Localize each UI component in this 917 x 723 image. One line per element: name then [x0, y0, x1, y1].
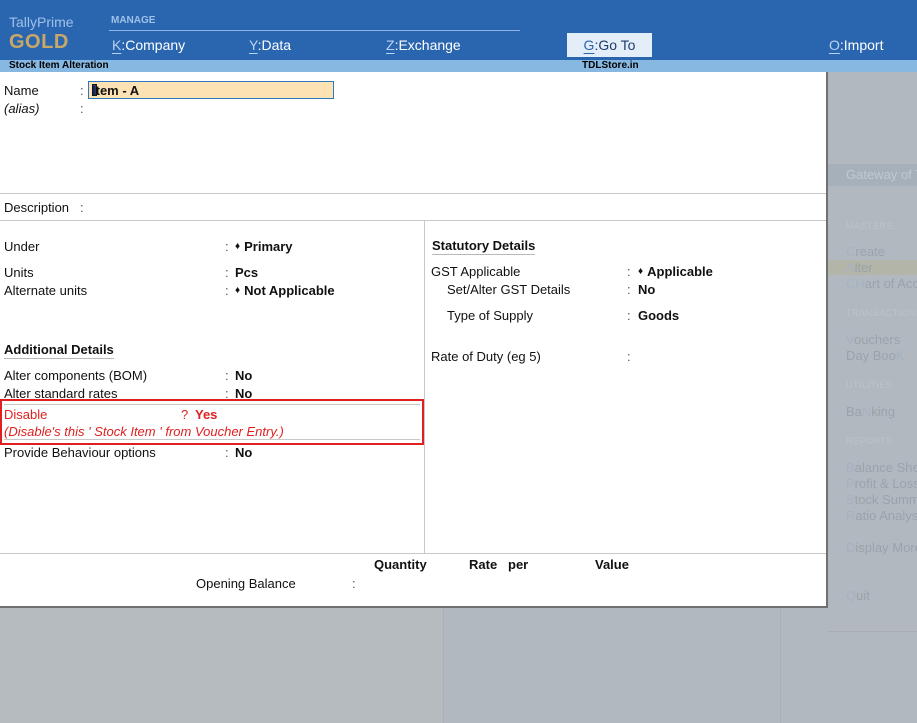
menu-hotkey: Y [249, 37, 258, 53]
menu-data[interactable]: Y:Data [249, 37, 291, 53]
disable-prompt: ? [181, 407, 189, 422]
menu-label: Go To [598, 37, 636, 53]
set-alter-gst-value[interactable]: No [638, 282, 655, 297]
provide-behaviour-label: Provide Behaviour options [4, 445, 156, 460]
divider [0, 220, 826, 221]
under-label: Under [4, 239, 40, 254]
gst-applicable-label: GST Applicable [431, 264, 521, 279]
gst-applicable-value[interactable]: ♦ Applicable [638, 264, 713, 279]
type-of-supply-value[interactable]: Goods [638, 308, 679, 323]
menu-import[interactable]: O:Import [829, 37, 883, 53]
gateway-section-masters: MASTERS [846, 221, 894, 231]
brand-edition: GOLD [9, 31, 69, 53]
gateway-item-stock-summary[interactable]: Stock Summary [846, 492, 917, 507]
alter-components-separator: : [225, 368, 229, 383]
disable-label: Disable [4, 407, 48, 422]
divider [0, 193, 826, 194]
opening-col-value: Value [595, 557, 629, 572]
alter-components-label: Alter components (BOM) [4, 368, 148, 383]
name-separator: : [80, 83, 84, 98]
top-bar: TallyPrime GOLD MANAGE K:Company Y:Data … [0, 0, 917, 60]
gateway-item-ratio-analysis[interactable]: Ratio Analysis [846, 508, 917, 523]
gateway-title: Gateway of Tally [828, 164, 917, 186]
provide-behaviour-value[interactable]: No [235, 445, 252, 460]
menu-hotkey: G [583, 37, 595, 53]
menu-hotkey: K [112, 37, 122, 53]
gateway-item-banking[interactable]: BaNking [846, 404, 895, 419]
units-label: Units [4, 265, 34, 280]
gateway-section-reports: REPORTS [846, 436, 893, 446]
menu-label: Company [125, 37, 186, 53]
alternate-units-separator: : [225, 283, 229, 298]
rate-of-duty-label: Rate of Duty (eg 5) [431, 349, 541, 364]
disable-hint: (Disable's this ' Stock Item ' from Vouc… [4, 424, 284, 439]
description-separator: : [80, 200, 84, 215]
menu-hotkey: O [829, 37, 840, 53]
alternate-units-label: Alternate units [4, 283, 88, 298]
opening-col-per: per [508, 557, 529, 572]
gateway-item-alter[interactable]: Alter [828, 260, 917, 275]
gateway-of-tally-panel: Gateway of Tally MASTERS Create Alter CH… [828, 72, 917, 632]
gateway-item-quit[interactable]: Quit [846, 588, 870, 603]
gateway-section-utilities: UTILITIES [846, 380, 893, 390]
description-label: Description [4, 200, 70, 215]
menu-goto[interactable]: G:Go To [567, 37, 652, 53]
menu-label: Data [261, 37, 292, 53]
opening-balance-separator: : [352, 576, 356, 591]
gateway-item-vouchers[interactable]: Vouchers [846, 332, 900, 347]
statutory-details-heading: Statutory Details [432, 238, 536, 255]
alternate-units-value[interactable]: ♦ Not Applicable [235, 283, 335, 298]
disable-value[interactable]: Yes [195, 407, 217, 422]
company-name: TDLStore.in [582, 60, 639, 71]
type-of-supply-label: Type of Supply [447, 308, 533, 323]
opening-col-rate: Rate [469, 557, 498, 572]
menu-label: Exchange [398, 37, 461, 53]
alter-components-value[interactable]: No [235, 368, 252, 383]
rate-of-duty-separator: : [627, 349, 631, 364]
name-value: Item - A [92, 83, 140, 98]
menu-group-label: MANAGE [111, 15, 156, 26]
menu-goto-highlight: G:Go To [567, 33, 652, 57]
brand-name: TallyPrime [9, 14, 74, 30]
menu-group-divider [109, 30, 520, 31]
menu-hotkey: Z [386, 37, 395, 53]
gateway-item-profit-loss[interactable]: Profit & Loss A/c [846, 476, 917, 491]
alias-separator: : [80, 101, 84, 116]
set-alter-gst-separator: : [627, 282, 631, 297]
column-divider [424, 220, 425, 553]
text-cursor [92, 84, 97, 96]
gst-applicable-separator: : [627, 264, 631, 279]
list-indicator-icon: ♦ [235, 241, 241, 252]
under-value[interactable]: ♦ Primary [235, 239, 293, 254]
provide-behaviour-separator: : [225, 445, 229, 460]
gateway-item-balance-sheet[interactable]: Balance Sheet [846, 460, 917, 475]
units-separator: : [225, 265, 229, 280]
gateway-item-day-book[interactable]: Day BooK [846, 348, 905, 363]
set-alter-gst-label: Set/Alter GST Details [447, 282, 571, 297]
menu-label: Import [843, 37, 884, 53]
name-input[interactable]: Item - A [88, 81, 334, 99]
additional-details-heading: Additional Details [4, 342, 114, 359]
divider [0, 553, 826, 554]
name-label: Name [4, 83, 39, 98]
under-separator: : [225, 239, 229, 254]
units-value[interactable]: Pcs [235, 265, 258, 280]
gateway-item-display-more-reports[interactable]: Display More Reports [846, 540, 917, 555]
gateway-item-create[interactable]: Create [846, 244, 885, 259]
gateway-section-transactions: TRANSACTIONS [846, 308, 917, 318]
stock-item-alteration-form: Name : Item - A (alias) : Description : … [0, 72, 828, 608]
opening-balance-label: Opening Balance [196, 576, 296, 591]
menu-exchange[interactable]: Z:Exchange [386, 37, 461, 53]
alias-label: (alias) [4, 101, 40, 116]
menu-company[interactable]: K:Company [112, 37, 185, 53]
screen-title-strip: Stock Item Alteration TDLStore.in [0, 60, 917, 72]
type-of-supply-separator: : [627, 308, 631, 323]
list-indicator-icon: ♦ [638, 266, 644, 277]
screen-title: Stock Item Alteration [9, 60, 109, 71]
list-indicator-icon: ♦ [235, 285, 241, 296]
opening-col-quantity: Quantity [374, 557, 427, 572]
gateway-item-chart-of-accounts[interactable]: CHart of Accounts [846, 276, 917, 291]
